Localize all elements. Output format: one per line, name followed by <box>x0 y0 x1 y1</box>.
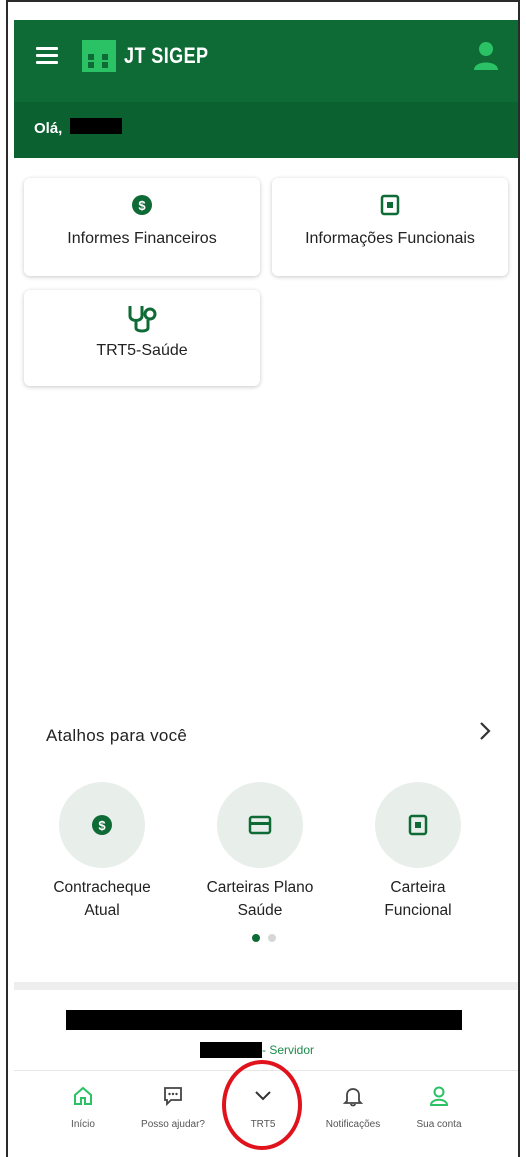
nav-item-trt5[interactable]: TRT5 <box>218 1071 308 1143</box>
pagination-dot[interactable] <box>268 934 276 942</box>
greeting-text: Olá, <box>34 120 63 137</box>
person-icon <box>429 1086 449 1106</box>
stethoscope-icon <box>128 306 157 333</box>
nav-label: Notificações <box>325 1119 381 1130</box>
card-informes-financeiros[interactable]: $ Informes Financeiros <box>24 178 260 276</box>
chevron-right-icon[interactable] <box>476 720 494 742</box>
section-divider <box>14 982 518 990</box>
home-icon <box>74 1086 92 1105</box>
nav-label: TRT5 <box>250 1119 276 1130</box>
shortcut-icon-circle <box>217 782 303 868</box>
shortcut-label: Contracheque Atual <box>53 879 151 919</box>
nav-item-sua-conta[interactable]: Sua conta <box>394 1071 484 1143</box>
shortcut-carteira-funcional[interactable]: Carteira Funcional <box>338 782 498 922</box>
chat-icon <box>164 1087 182 1107</box>
app-title: JT SIGEP <box>124 43 209 68</box>
dollar-circle-icon: $ <box>132 195 152 215</box>
nav-label: Início <box>71 1119 95 1130</box>
card-label: TRT5-Saúde <box>96 342 188 359</box>
bell-icon <box>342 1088 364 1107</box>
screenshot-frame-right <box>518 0 520 1157</box>
shortcut-label: Carteira Funcional <box>384 879 452 919</box>
shortcuts-title: Atalhos para você <box>46 726 188 745</box>
card-label: Informações Funcionais <box>305 230 475 247</box>
person-icon[interactable] <box>472 40 500 72</box>
card-trt5-saude[interactable]: TRT5-Saúde <box>24 290 260 386</box>
screenshot-frame-top <box>6 0 520 2</box>
nav-item-notificacoes[interactable]: Notificações <box>308 1071 398 1143</box>
chevron-down-icon <box>255 1091 271 1101</box>
id-badge-icon <box>408 814 428 836</box>
shortcut-icon-circle: $ <box>59 782 145 868</box>
app-logo-icon <box>82 40 116 72</box>
redacted-full-name <box>66 1010 462 1030</box>
nav-label: Sua conta <box>416 1119 462 1130</box>
shortcut-carteiras-plano-saude[interactable]: Carteiras Plano Saúde <box>180 782 340 922</box>
shortcut-label: Carteiras Plano Saúde <box>206 879 314 919</box>
shortcut-icon-circle <box>375 782 461 868</box>
bottom-navigation: Início Posso ajudar? TRT5 Notificações S… <box>14 1070 518 1143</box>
pagination-dot-active[interactable] <box>252 934 260 942</box>
app-screen: JT SIGEP Olá, $ Informes Financeiros Inf… <box>14 20 518 1155</box>
redacted-user-name <box>70 118 122 134</box>
card-label: Informes Financeiros <box>67 230 217 247</box>
shortcut-contracheque-atual[interactable]: $ Contracheque Atual <box>22 782 182 922</box>
dollar-circle-icon: $ <box>92 815 112 835</box>
nav-item-inicio[interactable]: Início <box>38 1071 128 1143</box>
screenshot-frame-left <box>6 0 8 1157</box>
svg-text:$: $ <box>98 818 106 833</box>
svg-text:$: $ <box>138 198 146 213</box>
redacted-registration <box>200 1042 262 1058</box>
credit-card-icon <box>248 815 272 835</box>
nav-item-posso-ajudar[interactable]: Posso ajudar? <box>128 1071 218 1143</box>
card-informacoes-funcionais[interactable]: Informações Funcionais <box>272 178 508 276</box>
nav-label: Posso ajudar? <box>141 1119 205 1130</box>
role-label: - Servidor <box>262 1043 315 1057</box>
hamburger-menu-icon[interactable] <box>36 47 58 64</box>
id-badge-icon <box>380 194 400 216</box>
